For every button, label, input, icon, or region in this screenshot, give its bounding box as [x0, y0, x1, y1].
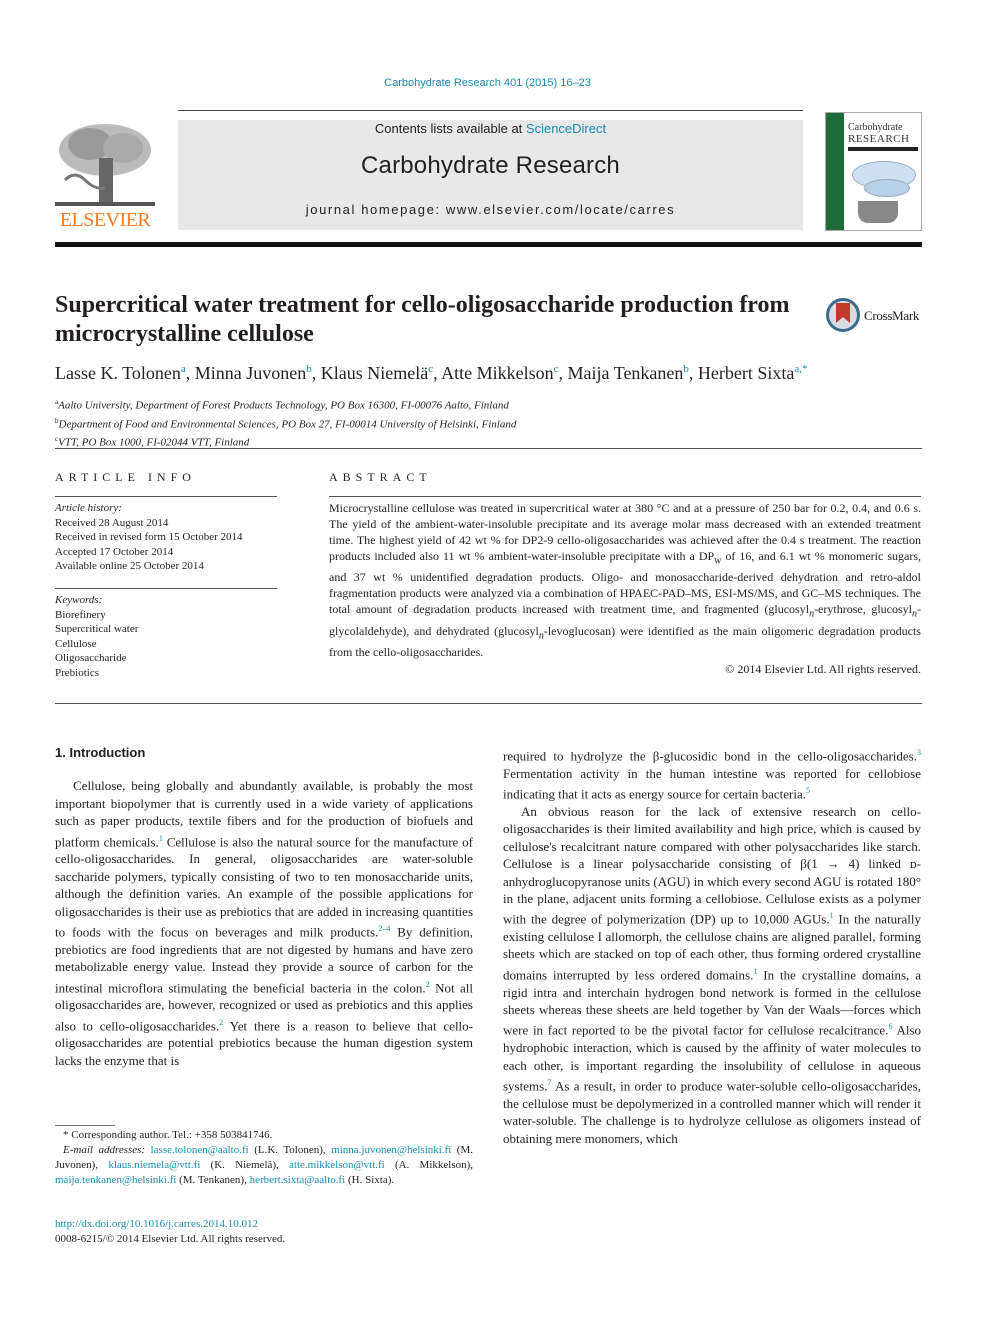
affiliation-text: Department of Food and Environmental Sci… [58, 418, 517, 431]
article-info-heading: ARTICLE INFO [55, 470, 196, 484]
affiliations: aAalto University, Department of Forest … [55, 395, 855, 451]
email-link[interactable]: klaus.niemela@vtt.fi [108, 1159, 200, 1171]
cover-illustration-2 [864, 179, 910, 197]
author: Minna Juvonen [194, 363, 307, 383]
cover-bar [848, 147, 918, 151]
divider [329, 496, 921, 497]
body-left-column: 1. Introduction Cellulose, being globall… [55, 744, 473, 1069]
keyword: Prebiotics [55, 666, 99, 679]
corresponding-author-note: * Corresponding author. Tel.: +358 50384… [63, 1129, 273, 1141]
sciencedirect-link[interactable]: ScienceDirect [526, 121, 606, 136]
reference-link[interactable]: 1 [159, 834, 163, 843]
cover-title: Carbohydrate [848, 122, 903, 133]
cover-pot-illustration [858, 201, 898, 223]
crossmark-label: CrossMark [864, 308, 920, 323]
doi-link[interactable]: http://dx.doi.org/10.1016/j.carres.2014.… [55, 1218, 258, 1230]
history-label: Article history: [55, 502, 122, 514]
author: Klaus Niemelä [320, 363, 429, 383]
abstract-text: Microcrystalline cellulose was treated i… [329, 500, 921, 660]
keyword: Supercritical water [55, 623, 139, 635]
affiliation: bDepartment of Food and Environmental Sc… [55, 414, 855, 433]
history-item: Accepted 17 October 2014 [55, 545, 174, 558]
footnotes: * Corresponding author. Tel.: +358 50384… [55, 1128, 473, 1188]
email-link[interactable]: maija.tenkanen@helsinki.fi [55, 1174, 176, 1186]
keywords-label: Keywords: [55, 594, 103, 606]
paragraph: Cellulose, being globally and abundantly… [55, 778, 474, 1068]
header-rule [178, 110, 803, 111]
journal-title: Carbohydrate Research [360, 152, 620, 179]
issn-copyright: 0008-6215/© 2014 Elsevier Ltd. All right… [55, 1233, 286, 1245]
history-item: Received 28 August 2014 [55, 516, 169, 529]
affiliation: aAalto University, Department of Forest … [55, 395, 855, 414]
email-link[interactable]: lasse.tolonen@aalto.fi [151, 1144, 249, 1156]
header-thick-rule [55, 242, 922, 247]
history-item: Available online 25 October 2014 [55, 560, 204, 572]
author: Lasse K. Tolonen [55, 363, 181, 383]
reference-link[interactable]: 1 [753, 967, 757, 976]
affiliation-link[interactable]: a,* [794, 363, 807, 375]
abstract-heading: ABSTRACT [329, 470, 432, 484]
abstract-segment: -erythrose, glucosyl [814, 602, 912, 617]
keyword: Cellulose [55, 637, 97, 650]
history-item: Received in revised form 15 October 2014 [55, 531, 243, 543]
author: Atte Mikkelson [441, 363, 554, 383]
affiliation-link[interactable]: a [181, 363, 186, 375]
reference-link[interactable]: 2 [219, 1018, 223, 1027]
divider [55, 588, 277, 589]
affiliation-link[interactable]: b [683, 363, 689, 375]
crossmark-button[interactable]: CrossMark [826, 297, 926, 333]
author: Maija Tenkanen [567, 363, 684, 383]
affiliation-link[interactable]: c [428, 363, 433, 375]
cover-spine [826, 113, 844, 230]
affiliation-link[interactable]: c [554, 363, 559, 375]
keyword: Biorefinery [55, 608, 106, 621]
footnote-rule [55, 1125, 115, 1126]
email-label: E-mail addresses: [63, 1144, 151, 1156]
journal-cover-thumbnail[interactable]: Carbohydrate RESEARCH [825, 112, 922, 231]
email-link[interactable]: herbert.sixta@aalto.fi [250, 1174, 346, 1186]
section-heading: 1. Introduction [55, 745, 146, 760]
reference-link[interactable]: 2–4 [378, 924, 390, 933]
contents-prefix: Contents lists available at [374, 121, 526, 136]
cover-subtitle: RESEARCH [848, 133, 910, 145]
journal-homepage-link[interactable]: journal homepage: www.elsevier.com/locat… [178, 202, 803, 217]
journal-banner: Contents lists available at ScienceDirec… [178, 120, 803, 230]
elsevier-logo[interactable]: ELSEVIER [55, 120, 155, 232]
keyword: Oligosaccharide [55, 652, 127, 664]
article-history: Article history: Received 28 August 2014… [55, 501, 277, 574]
affiliation-link[interactable]: b [306, 363, 312, 375]
reference-link[interactable]: 3 [917, 748, 921, 757]
abstract-copyright: © 2014 Elsevier Ltd. All rights reserved… [725, 662, 921, 676]
divider [55, 496, 277, 497]
email-link[interactable]: atte.mikkelson@vtt.fi [289, 1159, 385, 1171]
reference-link[interactable]: 7 [547, 1078, 551, 1087]
affiliation-text: Aalto University, Department of Forest P… [58, 399, 509, 412]
reference-link[interactable]: 5 [806, 786, 810, 795]
journal-citation-link[interactable]: Carbohydrate Research 401 (2015) 16–23 [0, 77, 975, 89]
paragraph: required to hydrolyze the β-glucosidic b… [503, 748, 921, 802]
divider [55, 703, 922, 704]
body-right-column: required to hydrolyze the β-glucosidic b… [503, 744, 921, 1147]
contents-line: Contents lists available at ScienceDirec… [178, 121, 803, 136]
article-title: Supercritical water treatment for cello-… [55, 292, 790, 347]
elsevier-tree-icon [55, 120, 155, 210]
reference-link[interactable]: 6 [888, 1022, 892, 1031]
email-addresses: E-mail addresses: lasse.tolonen@aalto.fi… [55, 1143, 473, 1188]
author: Herbert Sixta [697, 363, 795, 383]
paragraph: An obvious reason for the lack of extens… [503, 803, 922, 1146]
doi-block: http://dx.doi.org/10.1016/j.carres.2014.… [55, 1217, 285, 1247]
reference-link[interactable]: 2 [426, 980, 430, 989]
author-list: Lasse K. Tolonena, Minna Juvonenb, Klaus… [55, 363, 808, 383]
divider [55, 448, 922, 449]
elsevier-wordmark: ELSEVIER [59, 209, 151, 231]
email-link[interactable]: minna.juvonen@helsinki.fi [331, 1144, 451, 1156]
keywords: Keywords: Biorefinery Supercritical wate… [55, 593, 277, 680]
reference-link[interactable]: 1 [830, 911, 834, 920]
